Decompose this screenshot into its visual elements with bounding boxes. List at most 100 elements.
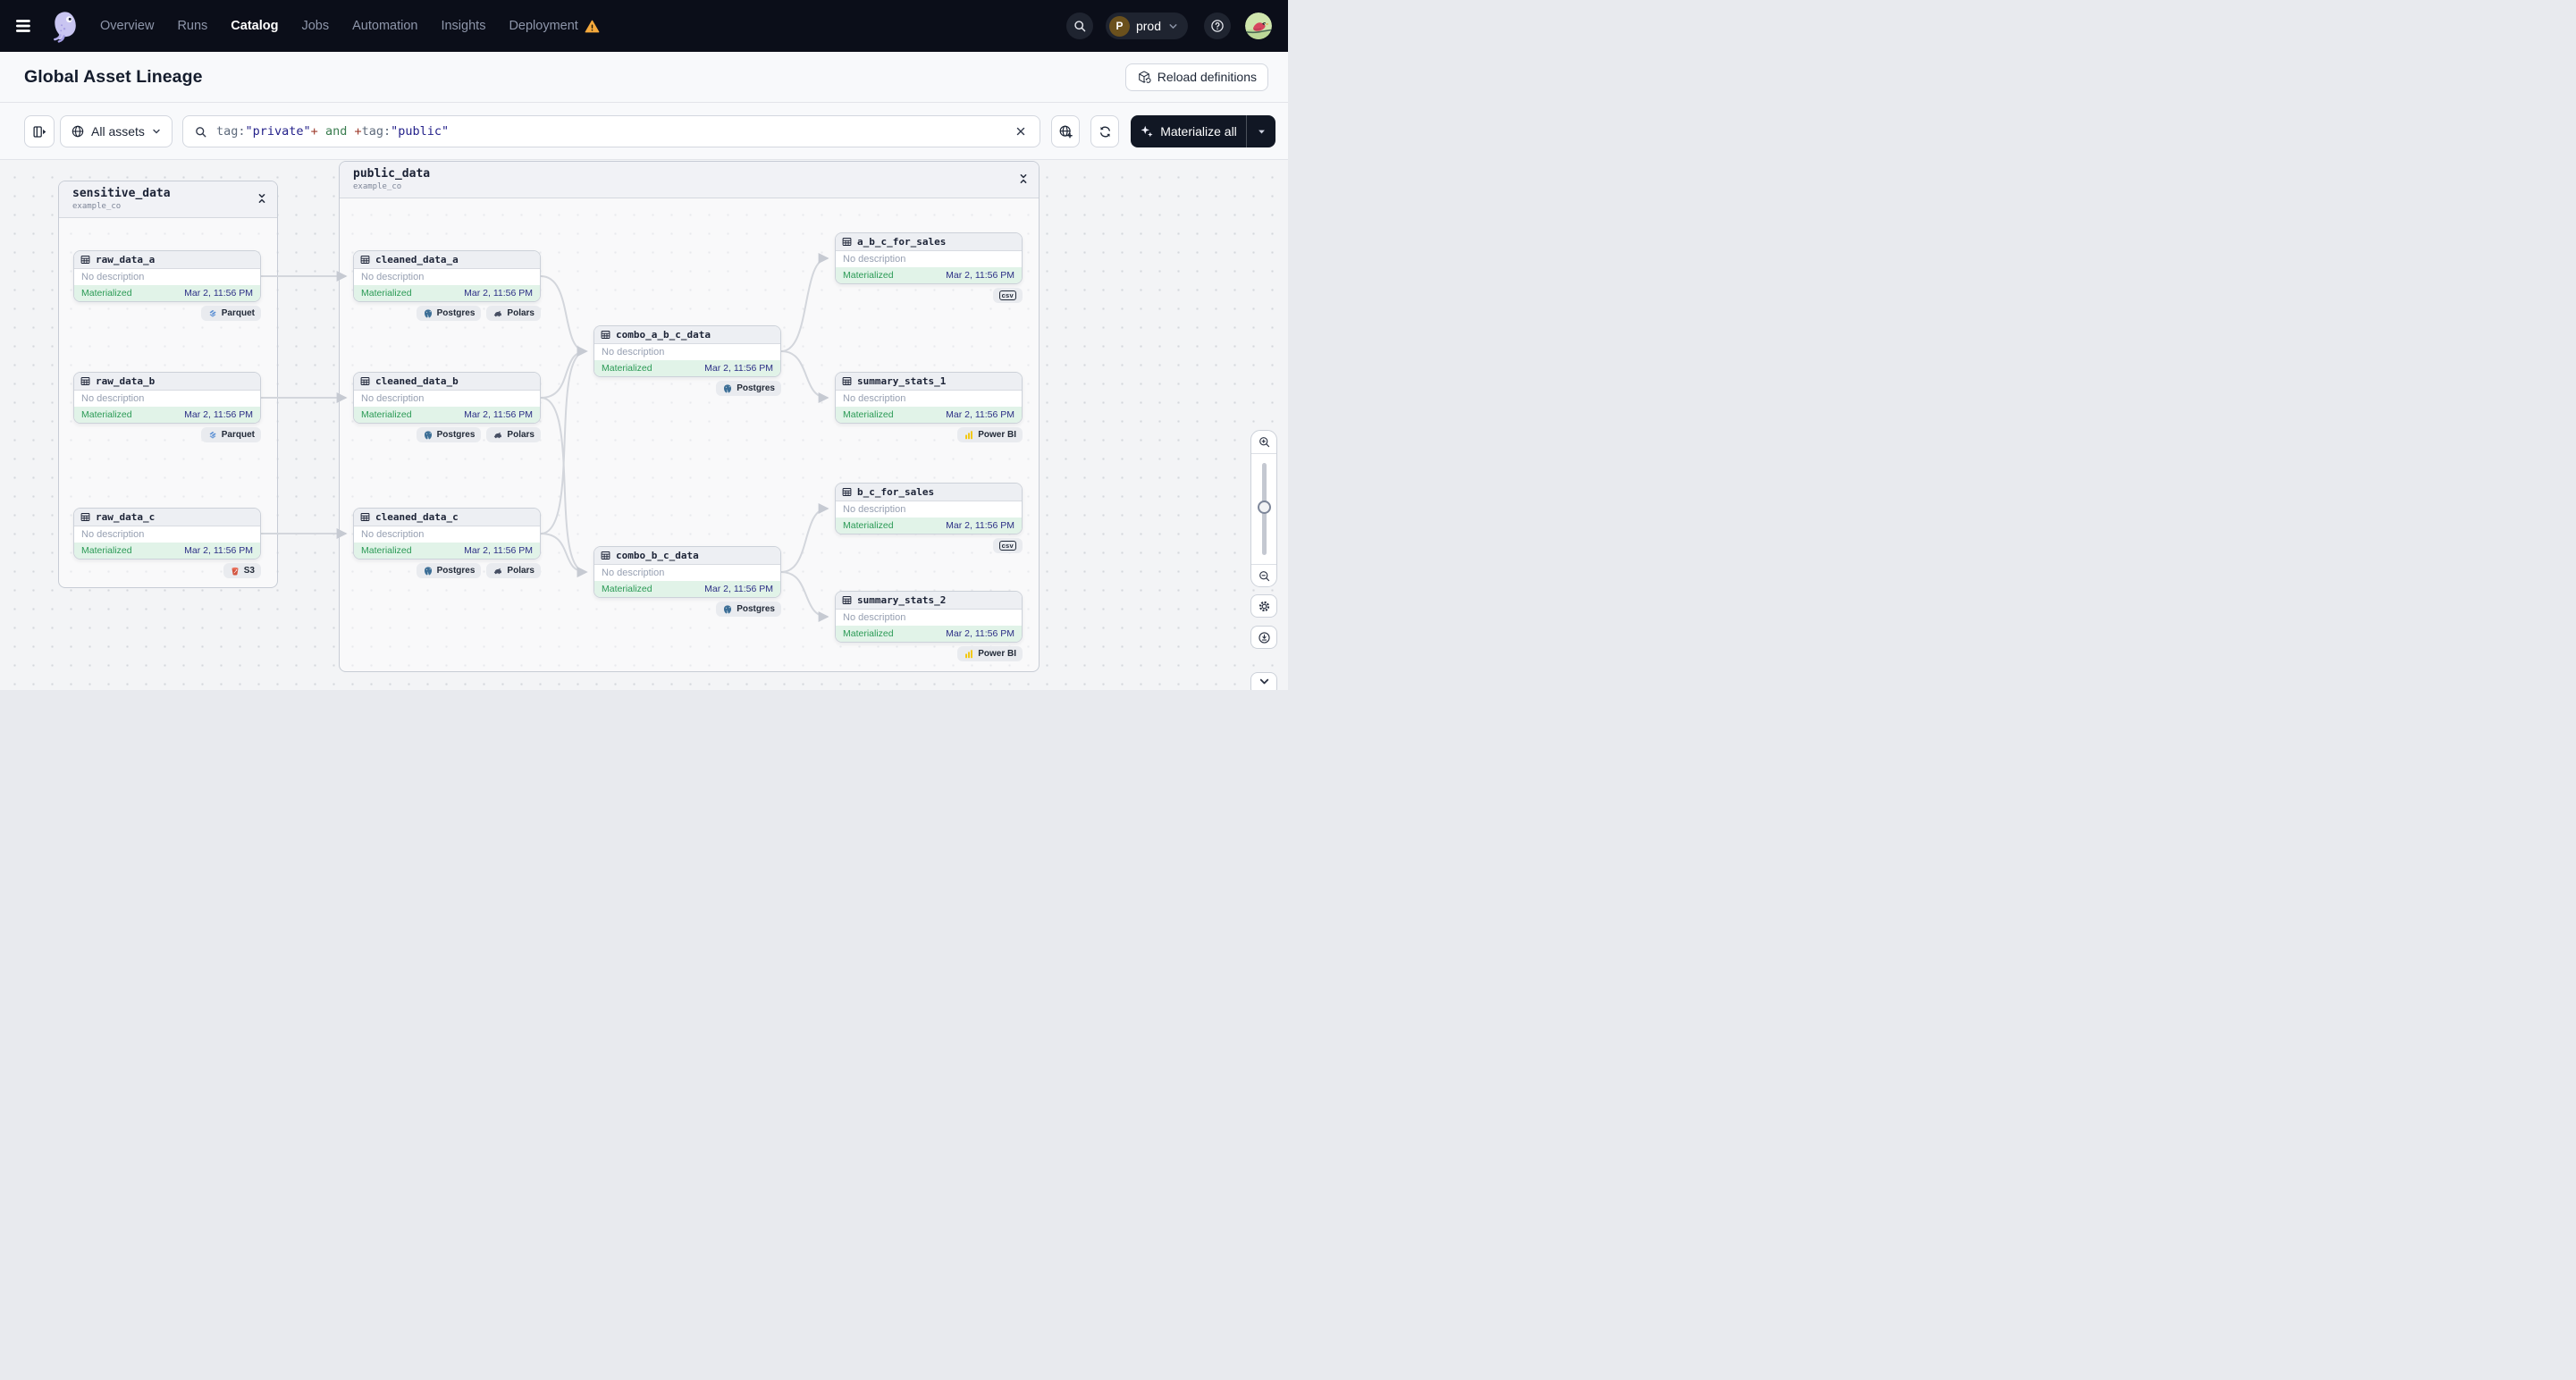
kind-badge-polars[interactable]: Polars bbox=[486, 306, 541, 321]
table-icon bbox=[80, 376, 90, 386]
help-icon bbox=[1210, 19, 1225, 33]
kind-badge-parquet[interactable]: Parquet bbox=[200, 427, 261, 442]
asset-kind-badges: csv bbox=[835, 288, 1023, 303]
postgres-icon bbox=[722, 604, 733, 615]
asset-node-cleaned-data-a[interactable]: cleaned_data_a No description Materializ… bbox=[353, 250, 541, 302]
deployment-warning-icon bbox=[585, 19, 600, 34]
status-timestamp: Mar 2, 11:56 PM bbox=[464, 545, 533, 556]
asset-node-header: cleaned_data_c bbox=[354, 509, 540, 526]
kind-badge-powerbi[interactable]: Power BI bbox=[957, 646, 1023, 661]
kind-badge-s3[interactable]: S3 bbox=[223, 563, 261, 578]
collapse-group-icon[interactable] bbox=[256, 192, 268, 205]
asset-filter-input[interactable]: tag:"private"+ and +tag:"public" bbox=[182, 115, 1040, 147]
s3-icon bbox=[230, 566, 240, 576]
toggle-sidebar-button[interactable] bbox=[24, 115, 55, 147]
status-label: Materialized bbox=[81, 545, 132, 556]
download-graph-button[interactable] bbox=[1250, 626, 1277, 649]
polars-icon bbox=[492, 308, 503, 319]
kind-badge-postgres[interactable]: Postgres bbox=[416, 427, 482, 442]
refresh-icon bbox=[1098, 124, 1113, 139]
asset-kind-badges: Postgres bbox=[593, 381, 781, 396]
asset-node-raw-data-a[interactable]: raw_data_a No description Materialized Ma… bbox=[73, 250, 261, 302]
asset-node-b-c-for-sales[interactable]: b_c_for_sales No description Materialize… bbox=[835, 483, 1023, 534]
asset-description: No description bbox=[354, 391, 540, 407]
page-title: Global Asset Lineage bbox=[24, 66, 203, 87]
asset-node-raw-data-b[interactable]: raw_data_b No description Materialized Ma… bbox=[73, 372, 261, 424]
asset-node-combo-b-c-data[interactable]: combo_b_c_data No description Materializ… bbox=[593, 546, 781, 598]
hamburger-menu-button[interactable] bbox=[14, 14, 38, 38]
asset-kind-badges: csv bbox=[835, 538, 1023, 553]
table-icon bbox=[601, 330, 610, 340]
filter-query-text: tag:"private"+ and +tag:"public" bbox=[216, 124, 450, 139]
dagster-logo-icon[interactable] bbox=[48, 9, 82, 43]
status-label: Materialized bbox=[843, 270, 894, 281]
lineage-canvas[interactable]: sensitive_data example_co public_data ex… bbox=[0, 161, 1288, 690]
collapse-group-icon[interactable] bbox=[1017, 172, 1030, 185]
chevron-down-icon bbox=[151, 126, 162, 137]
group-header[interactable]: sensitive_data example_co bbox=[59, 181, 277, 218]
asset-kind-badges: Parquet bbox=[73, 427, 261, 442]
kind-badge-polars[interactable]: Polars bbox=[486, 427, 541, 442]
help-button[interactable] bbox=[1204, 13, 1231, 39]
asset-node-summary-stats-2[interactable]: summary_stats_2 No description Materiali… bbox=[835, 591, 1023, 643]
search-icon bbox=[194, 125, 207, 139]
expand-bottom-panel-button[interactable] bbox=[1250, 672, 1277, 690]
status-label: Materialized bbox=[81, 409, 132, 420]
group-header[interactable]: public_data example_co bbox=[340, 162, 1039, 198]
kind-badge-postgres[interactable]: Postgres bbox=[416, 306, 482, 321]
user-avatar[interactable] bbox=[1245, 13, 1272, 39]
view-scope-button[interactable] bbox=[1051, 115, 1080, 147]
nav-link-overview[interactable]: Overview bbox=[100, 19, 154, 33]
powerbi-icon bbox=[964, 649, 974, 660]
zoom-in-button[interactable] bbox=[1251, 431, 1276, 454]
nav-link-insights[interactable]: Insights bbox=[441, 19, 485, 33]
materialize-all-button[interactable]: Materialize all bbox=[1131, 115, 1246, 147]
table-icon bbox=[360, 255, 370, 265]
asset-description: No description bbox=[74, 526, 260, 543]
zoom-out-icon bbox=[1258, 569, 1271, 583]
reload-definitions-button[interactable]: Reload definitions bbox=[1124, 63, 1268, 91]
table-icon bbox=[360, 512, 370, 522]
asset-kind-badges: Parquet bbox=[73, 306, 261, 321]
kind-badge-postgres[interactable]: Postgres bbox=[716, 602, 781, 617]
deployment-name: prod bbox=[1135, 19, 1161, 33]
kind-badge-polars[interactable]: Polars bbox=[486, 563, 541, 578]
kind-badge-postgres[interactable]: Postgres bbox=[716, 381, 781, 396]
materialize-options-button[interactable] bbox=[1246, 115, 1275, 147]
nav-link-jobs[interactable]: Jobs bbox=[301, 19, 329, 33]
chevron-down-icon bbox=[1258, 675, 1271, 688]
asset-node-summary-stats-1[interactable]: summary_stats_1 No description Materiali… bbox=[835, 372, 1023, 424]
deployment-switcher[interactable]: P prod bbox=[1105, 13, 1188, 39]
table-icon bbox=[80, 255, 90, 265]
asset-node-header: cleaned_data_a bbox=[354, 251, 540, 269]
kind-badge-powerbi[interactable]: Power BI bbox=[957, 427, 1023, 442]
asset-node-cleaned-data-b[interactable]: cleaned_data_b No description Materializ… bbox=[353, 372, 541, 424]
nav-link-runs[interactable]: Runs bbox=[177, 19, 207, 33]
kind-badge-csv[interactable]: csv bbox=[992, 538, 1023, 553]
nav-link-deployment[interactable]: Deployment bbox=[509, 19, 599, 34]
asset-status-row: Materialized Mar 2, 11:56 PM bbox=[74, 543, 260, 559]
csv-icon: csv bbox=[998, 290, 1016, 300]
table-icon bbox=[360, 376, 370, 386]
kind-badge-parquet[interactable]: Parquet bbox=[200, 306, 261, 321]
zoom-out-button[interactable] bbox=[1251, 564, 1276, 586]
asset-scope-dropdown[interactable]: All assets bbox=[60, 115, 173, 147]
asset-node-a-b-c-for-sales[interactable]: a_b_c_for_sales No description Materiali… bbox=[835, 232, 1023, 284]
zoom-slider[interactable] bbox=[1251, 454, 1276, 564]
zoom-slider-knob[interactable] bbox=[1257, 501, 1271, 514]
asset-status-row: Materialized Mar 2, 11:56 PM bbox=[836, 518, 1022, 534]
clear-filter-button[interactable] bbox=[1011, 122, 1031, 141]
kind-badge-csv[interactable]: csv bbox=[992, 288, 1023, 303]
status-timestamp: Mar 2, 11:56 PM bbox=[184, 545, 253, 556]
status-label: Materialized bbox=[843, 628, 894, 639]
global-search-button[interactable] bbox=[1065, 13, 1093, 39]
graph-settings-button[interactable] bbox=[1250, 594, 1277, 618]
refresh-graph-button[interactable] bbox=[1090, 115, 1119, 147]
asset-node-cleaned-data-c[interactable]: cleaned_data_c No description Materializ… bbox=[353, 508, 541, 560]
asset-node-raw-data-c[interactable]: raw_data_c No description Materialized Ma… bbox=[73, 508, 261, 560]
nav-link-catalog[interactable]: Catalog bbox=[231, 19, 278, 33]
kind-badge-postgres[interactable]: Postgres bbox=[416, 563, 482, 578]
asset-node-combo-a-b-c-data[interactable]: combo_a_b_c_data No description Material… bbox=[593, 325, 781, 377]
nav-link-automation[interactable]: Automation bbox=[352, 19, 417, 33]
asset-kind-badges: Power BI bbox=[835, 646, 1023, 661]
